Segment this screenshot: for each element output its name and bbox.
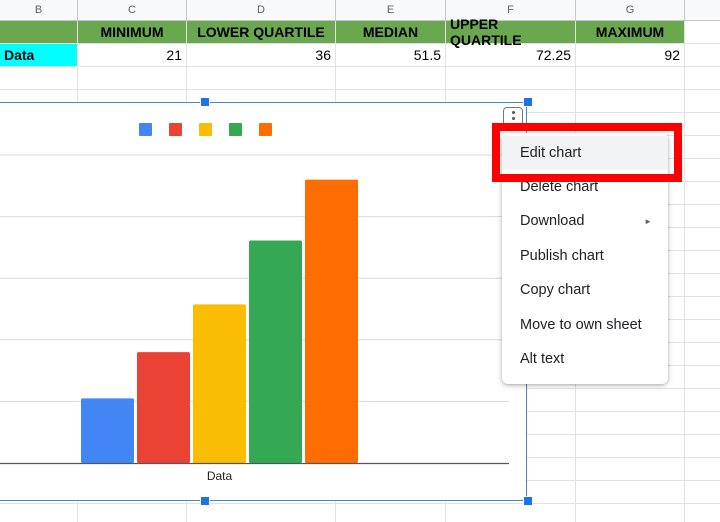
column-header-d[interactable]: D xyxy=(187,0,336,21)
menu-item-move-to-own-sheet[interactable]: Move to own sheet xyxy=(502,308,668,342)
value-cell-upper-quartile[interactable]: 72.25 xyxy=(446,44,576,67)
resize-handle-top[interactable] xyxy=(200,97,210,107)
bar-upper-quartile[interactable] xyxy=(249,240,302,463)
header-cell-maximum[interactable]: MAXIMUM xyxy=(576,21,685,44)
legend-swatch-median[interactable] xyxy=(199,123,212,136)
resize-handle-bottom-right[interactable] xyxy=(523,496,533,506)
menu-item-download[interactable]: Download ► xyxy=(502,204,668,238)
legend-swatch-upper-quartile[interactable] xyxy=(229,123,242,136)
header-cell-lower-quartile[interactable]: LOWER QUARTILE xyxy=(187,21,336,44)
header-cell-upper-quartile[interactable]: UPPER QUARTILE xyxy=(446,16,576,48)
column-header-e[interactable]: E xyxy=(336,0,446,21)
chart-plot: Data xyxy=(0,123,509,483)
bar-lower-quartile[interactable] xyxy=(137,352,190,463)
grid-line xyxy=(0,89,720,90)
x-tick-label: Data xyxy=(207,469,233,483)
grid-line xyxy=(0,503,720,504)
row-label-cell[interactable]: Data xyxy=(0,44,78,67)
resize-handle-bottom[interactable] xyxy=(200,496,210,506)
menu-item-label: Alt text xyxy=(520,351,565,367)
menu-item-label: Move to own sheet xyxy=(520,317,642,333)
highlight-annotation-box xyxy=(492,123,682,182)
column-header-g[interactable]: G xyxy=(576,0,685,21)
legend-swatch-maximum[interactable] xyxy=(259,123,272,136)
kebab-dot-icon xyxy=(511,116,515,120)
kebab-dot-icon xyxy=(511,110,515,114)
legend-swatch-lower-quartile[interactable] xyxy=(169,123,182,136)
menu-item-label: Publish chart xyxy=(520,248,604,264)
legend-swatch-minimum[interactable] xyxy=(139,123,152,136)
bar-median[interactable] xyxy=(193,304,246,463)
menu-item-copy-chart[interactable]: Copy chart xyxy=(502,273,668,307)
submenu-arrow-icon: ► xyxy=(644,216,652,226)
embedded-chart[interactable]: Data xyxy=(0,102,527,501)
menu-item-label: Download xyxy=(520,213,585,229)
menu-item-label: Copy chart xyxy=(520,282,591,298)
value-cell-maximum[interactable]: 92 xyxy=(576,44,685,67)
column-header-h[interactable] xyxy=(685,0,720,21)
value-cell-median[interactable]: 51.5 xyxy=(336,44,446,67)
value-cell-lower-quartile[interactable]: 36 xyxy=(187,44,336,67)
header-cell-minimum[interactable]: MINIMUM xyxy=(78,21,187,44)
column-header-b[interactable]: B xyxy=(0,0,78,21)
column-header-c[interactable]: C xyxy=(78,0,187,21)
grid-line xyxy=(684,21,685,522)
menu-item-alt-text[interactable]: Alt text xyxy=(502,342,668,376)
menu-item-publish-chart[interactable]: Publish chart xyxy=(502,239,668,273)
header-cell-median[interactable]: MEDIAN xyxy=(336,21,446,44)
bar-minimum[interactable] xyxy=(81,398,134,463)
resize-handle-top-right[interactable] xyxy=(523,97,533,107)
header-cell[interactable] xyxy=(0,21,78,44)
bar-maximum[interactable] xyxy=(305,179,358,463)
value-cell-minimum[interactable]: 21 xyxy=(78,44,187,67)
